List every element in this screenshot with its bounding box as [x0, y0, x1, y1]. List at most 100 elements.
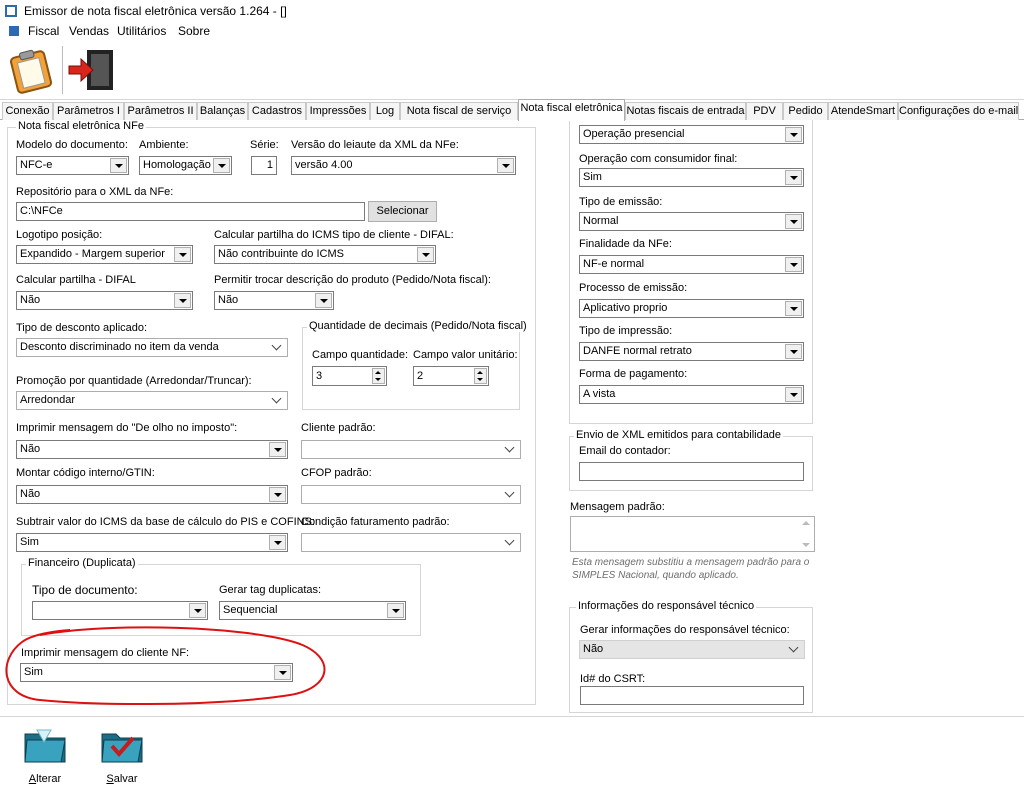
folder-edit-icon — [24, 729, 66, 763]
chevron-down-icon — [274, 665, 291, 680]
tab-strip: Conexão Parâmetros I Parâmetros II Balan… — [0, 99, 1024, 121]
versao-label: Versão do leiaute da XML da NFe: — [291, 139, 459, 151]
tipo-desconto-select[interactable]: Desconto discriminado no item da venda — [16, 338, 288, 357]
partilha-cliente-select[interactable]: Não contribuinte do ICMS — [214, 245, 436, 264]
spinner-arrows-icon[interactable] — [372, 368, 385, 384]
chevron-down-icon — [785, 301, 802, 316]
trocar-descricao-select[interactable]: Não — [214, 291, 334, 310]
gerar-responsavel-select[interactable]: Não — [579, 640, 805, 659]
tab-nota-servico[interactable]: Nota fiscal de serviço — [400, 102, 518, 120]
spinner-arrows-icon[interactable] — [474, 368, 487, 384]
scroll-down-icon[interactable] — [802, 543, 810, 547]
selecionar-button[interactable]: Selecionar — [368, 201, 437, 222]
tab-parametros-2[interactable]: Parâmetros II — [124, 102, 197, 120]
email-contador-input[interactable] — [579, 462, 804, 481]
tab-configuracoes-email[interactable]: Configurações do e-mail — [898, 102, 1019, 120]
mensagem-padrao-label: Mensagem padrão: — [570, 501, 665, 513]
modelo-label: Modelo do documento: — [16, 139, 128, 151]
promocao-select[interactable]: Arredondar — [16, 391, 288, 410]
tab-pdv[interactable]: PDV — [746, 102, 783, 120]
serie-label: Série: — [250, 139, 279, 151]
partilha-difal-select[interactable]: Não — [16, 291, 193, 310]
campo-valor-spinner[interactable]: 2 — [413, 366, 489, 386]
chevron-down-icon — [269, 487, 286, 502]
tab-impressoes[interactable]: Impressões — [306, 102, 370, 120]
chevron-down-icon — [269, 535, 286, 550]
chevron-down-icon — [785, 214, 802, 229]
tab-log[interactable]: Log — [370, 102, 400, 120]
ambiente-label: Ambiente: — [139, 139, 189, 151]
chevron-down-icon — [110, 158, 127, 173]
finalidade-select[interactable]: NF-e normal — [579, 255, 804, 274]
window-title-bar: Emissor de nota fiscal eletrônica versão… — [0, 0, 1024, 22]
clipboard-icon — [9, 49, 53, 94]
consumidor-final-select[interactable]: Sim — [579, 168, 804, 187]
decimais-legend: Quantidade de decimais (Pedido/Nota fisc… — [307, 320, 529, 332]
tab-conexao[interactable]: Conexão — [2, 102, 53, 120]
gerar-tag-select[interactable]: Sequencial — [219, 601, 406, 620]
exit-button[interactable] — [64, 44, 118, 96]
menu-sobre[interactable]: Sobre — [178, 24, 210, 38]
alterar-button[interactable]: Alterar — [15, 724, 75, 785]
modelo-select[interactable]: NFC-e — [16, 156, 129, 175]
tipo-emissao-select[interactable]: Normal — [579, 212, 804, 231]
bottom-divider — [0, 716, 1024, 717]
chevron-down-icon — [189, 603, 206, 618]
ambiente-select[interactable]: Homologação — [139, 156, 232, 175]
chevron-down-icon — [497, 158, 514, 173]
menu-bar: Fiscal Vendas Utilitários Sobre — [0, 22, 1024, 40]
exit-door-icon — [68, 50, 113, 90]
chevron-down-icon — [269, 340, 286, 355]
chevron-down-icon — [785, 387, 802, 402]
gerar-tag-label: Gerar tag duplicatas: — [219, 584, 322, 596]
cfop-select[interactable] — [301, 485, 521, 504]
condicao-label: Condição faturamento padrão: — [301, 516, 450, 528]
serie-input[interactable]: 1 — [251, 156, 277, 175]
clipboard-button[interactable] — [4, 44, 58, 96]
financeiro-group: Financeiro (Duplicata) — [21, 557, 421, 636]
tab-atendesmart[interactable]: AtendeSmart — [828, 102, 898, 120]
tab-balancas[interactable]: Balanças — [197, 102, 248, 120]
salvar-button[interactable]: Salvar — [92, 724, 152, 785]
impressao-select[interactable]: DANFE normal retrato — [579, 342, 804, 361]
menu-vendas[interactable]: Vendas — [69, 24, 109, 38]
tab-notas-entrada[interactable]: Notas fiscais de entrada — [625, 102, 746, 120]
toolbar-separator — [62, 46, 63, 94]
menu-utilitarios[interactable]: Utilitários — [117, 24, 166, 38]
tipo-documento-label: Tipo de documento: — [32, 583, 138, 597]
pagamento-select[interactable]: A vista — [579, 385, 804, 404]
chevron-down-icon — [502, 442, 519, 457]
processo-select[interactable]: Aplicativo proprio — [579, 299, 804, 318]
tab-pedido[interactable]: Pedido — [783, 102, 828, 120]
menu-fiscal[interactable]: Fiscal — [28, 24, 59, 38]
campo-valor-label: Campo valor unitário: — [413, 349, 518, 361]
toolbar — [0, 40, 1024, 100]
versao-select[interactable]: versão 4.00 — [291, 156, 516, 175]
chevron-down-icon — [785, 170, 802, 185]
tab-nota-eletronica[interactable]: Nota fiscal eletrônica — [518, 99, 625, 121]
msg-cliente-select[interactable]: Sim — [20, 663, 293, 682]
presenca-select[interactable]: Operação presencial — [579, 125, 804, 144]
chevron-down-icon — [417, 247, 434, 262]
logotipo-select[interactable]: Expandido - Margem superior — [16, 245, 193, 264]
subtrair-icms-select[interactable]: Sim — [16, 533, 288, 552]
scroll-up-icon[interactable] — [802, 521, 810, 525]
tab-parametros-1[interactable]: Parâmetros I — [53, 102, 124, 120]
mensagem-padrao-textarea[interactable] — [570, 516, 815, 552]
codigo-interno-label: Montar código interno/GTIN: — [16, 467, 155, 479]
repositorio-input[interactable]: C:\NFCe — [16, 202, 365, 221]
campo-quantidade-spinner[interactable]: 3 — [312, 366, 387, 386]
chevron-down-icon — [174, 247, 191, 262]
tab-cadastros[interactable]: Cadastros — [248, 102, 306, 120]
tipo-documento-select[interactable] — [32, 601, 208, 620]
csrt-input[interactable] — [580, 686, 804, 705]
condicao-select[interactable] — [301, 533, 521, 552]
subtrair-icms-label: Subtrair valor do ICMS da base de cálcul… — [16, 516, 315, 528]
csrt-label: Id# do CSRT: — [580, 673, 646, 685]
olho-imposto-select[interactable]: Não — [16, 440, 288, 459]
cliente-padrao-select[interactable] — [301, 440, 521, 459]
chevron-down-icon — [785, 257, 802, 272]
olho-imposto-label: Imprimir mensagem do "De olho no imposto… — [16, 422, 238, 434]
mensagem-note: Esta mensagem substitiu a mensagem padrã… — [572, 557, 810, 581]
codigo-interno-select[interactable]: Não — [16, 485, 288, 504]
